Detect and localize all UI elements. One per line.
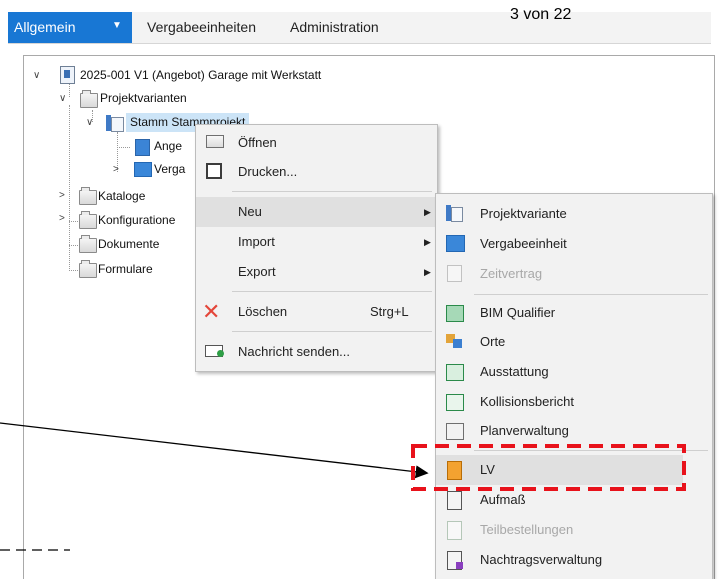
lv-highlight-box [411,444,686,491]
annotation-arrow [0,422,429,479]
annotation-overlay [0,422,686,551]
